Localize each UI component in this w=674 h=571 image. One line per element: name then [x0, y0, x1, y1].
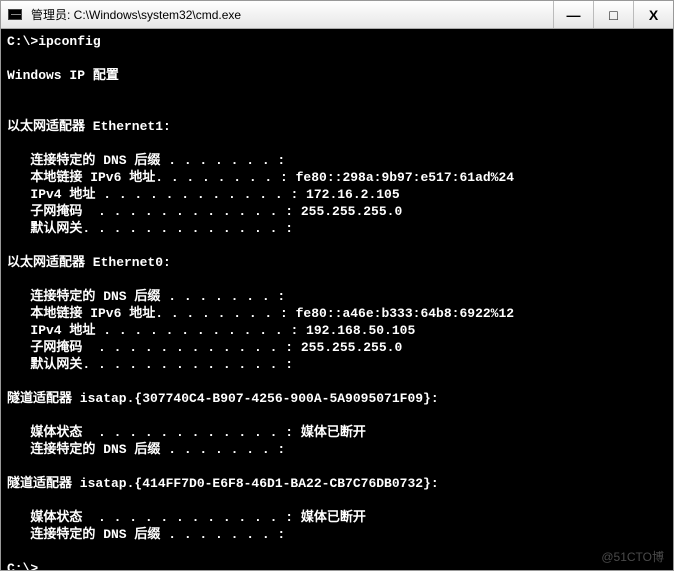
adapter1-ipv4: IPv4 地址 . . . . . . . . . . . . : 172.16…: [7, 187, 400, 202]
watermark: @51CTO博: [601, 548, 664, 565]
adapter1-gw: 默认网关. . . . . . . . . . . . . :: [7, 221, 293, 236]
tunnel1-title: 隧道适配器 isatap.{307740C4-B907-4256-900A-5A…: [7, 391, 439, 406]
prompt-1: C:\>: [7, 561, 38, 570]
maximize-button[interactable]: □: [593, 1, 633, 28]
cmd-icon: [1, 1, 29, 28]
tunnel2-dns: 连接特定的 DNS 后缀 . . . . . . . :: [7, 527, 285, 542]
tunnel2-title: 隧道适配器 isatap.{414FF7D0-E6F8-46D1-BA22-CB…: [7, 476, 439, 491]
adapter0-ipv6: 本地链接 IPv6 地址. . . . . . . . : fe80::a46e…: [7, 306, 514, 321]
adapter1-dns: 连接特定的 DNS 后缀 . . . . . . . :: [7, 153, 285, 168]
adapter0-gw: 默认网关. . . . . . . . . . . . . :: [7, 357, 293, 372]
terminal-output[interactable]: C:\>ipconfig Windows IP 配置 以太网适配器 Ethern…: [1, 29, 673, 570]
tunnel1-dns: 连接特定的 DNS 后缀 . . . . . . . :: [7, 442, 285, 457]
cmd-window: 管理员: C:\Windows\system32\cmd.exe — □ X C…: [0, 0, 674, 571]
titlebar: 管理员: C:\Windows\system32\cmd.exe — □ X: [1, 1, 673, 29]
adapter1-title: 以太网适配器 Ethernet1:: [7, 119, 171, 134]
adapter0-dns: 连接特定的 DNS 后缀 . . . . . . . :: [7, 289, 285, 304]
close-button[interactable]: X: [633, 1, 673, 28]
window-title: 管理员: C:\Windows\system32\cmd.exe: [29, 1, 553, 28]
adapter1-mask: 子网掩码 . . . . . . . . . . . . : 255.255.2…: [7, 204, 402, 219]
window-controls: — □ X: [553, 1, 673, 28]
adapter0-ipv4: IPv4 地址 . . . . . . . . . . . . : 192.16…: [7, 323, 415, 338]
tunnel1-media: 媒体状态 . . . . . . . . . . . . : 媒体已断开: [7, 425, 366, 440]
minimize-button[interactable]: —: [553, 1, 593, 28]
adapter1-ipv6: 本地链接 IPv6 地址. . . . . . . . : fe80::298a…: [7, 170, 514, 185]
adapter0-mask: 子网掩码 . . . . . . . . . . . . : 255.255.2…: [7, 340, 402, 355]
adapter0-title: 以太网适配器 Ethernet0:: [7, 255, 171, 270]
line-heading: Windows IP 配置: [7, 68, 119, 83]
line-prompt-cmd: C:\>ipconfig: [7, 34, 101, 49]
tunnel2-media: 媒体状态 . . . . . . . . . . . . : 媒体已断开: [7, 510, 366, 525]
